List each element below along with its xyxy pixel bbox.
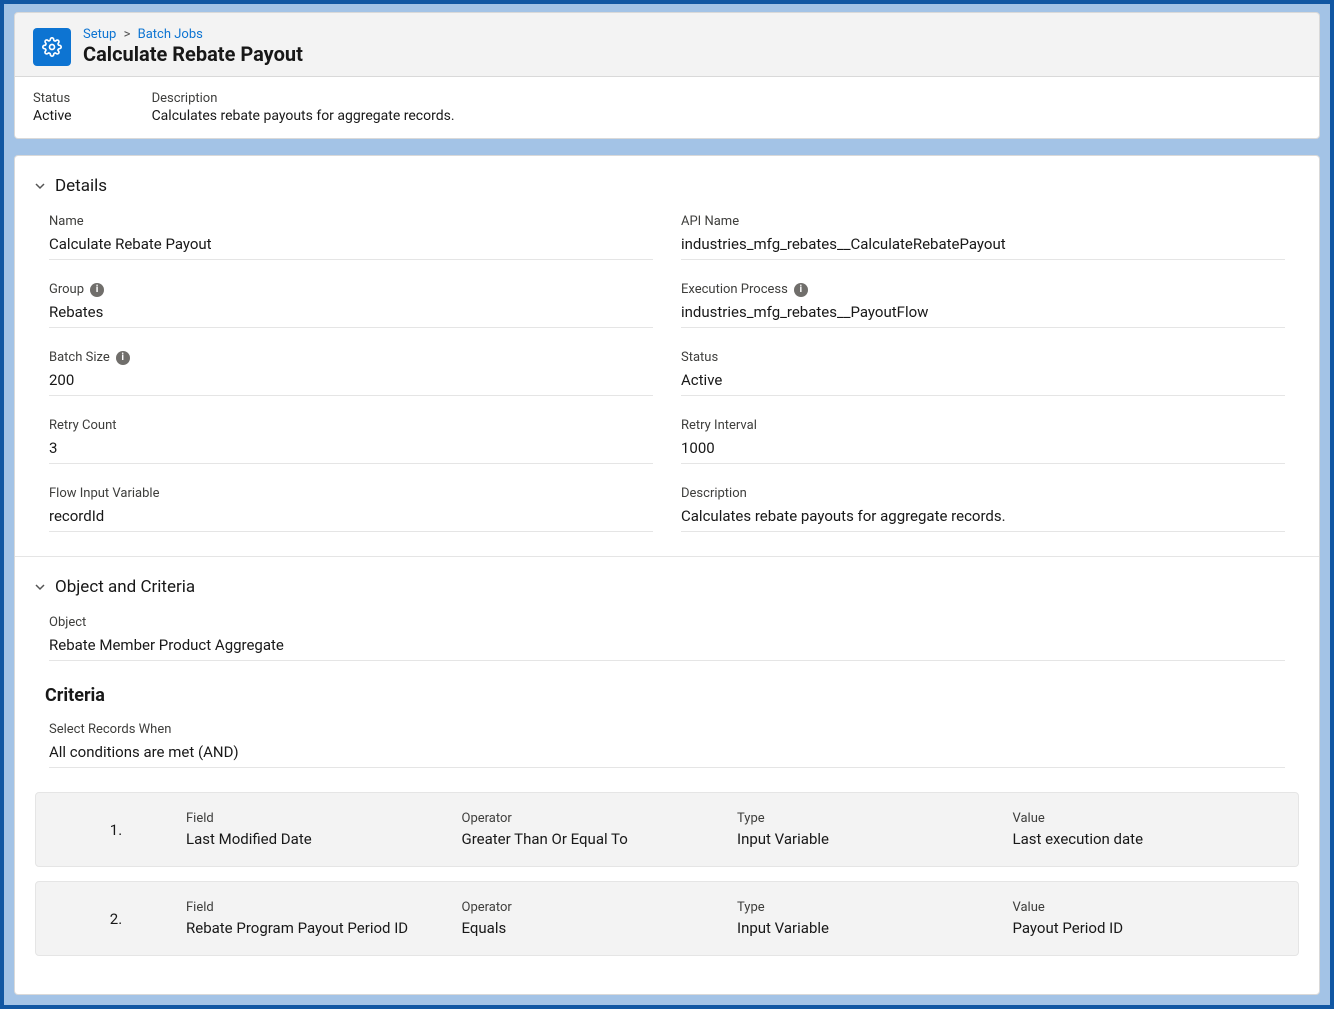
breadcrumb-batch-jobs[interactable]: Batch Jobs — [138, 27, 203, 42]
criteria-row-number: 1. — [56, 821, 176, 839]
criteria-operator-value: Equals — [462, 919, 728, 937]
criteria-type-value: Input Variable — [737, 919, 1003, 937]
criteria-row-number: 2. — [56, 910, 176, 928]
criteria-type-value: Input Variable — [737, 830, 1003, 848]
info-icon[interactable]: i — [116, 351, 130, 365]
field-value-status: Active — [681, 371, 1285, 396]
criteria-field-label: Field — [186, 811, 452, 826]
criteria-value-label: Value — [1013, 900, 1279, 915]
criteria-field-value: Last Modified Date — [186, 830, 452, 848]
info-icon[interactable]: i — [794, 283, 808, 297]
criteria-operator-value: Greater Than Or Equal To — [462, 830, 728, 848]
chevron-down-icon — [33, 580, 47, 594]
field-value-description: Calculates rebate payouts for aggregate … — [681, 507, 1285, 532]
field-label-batch-size: Batch Size i — [49, 350, 653, 365]
field-label-flow-input-var: Flow Input Variable — [49, 486, 653, 501]
chevron-down-icon — [33, 179, 47, 193]
criteria-row: 2. Field Rebate Program Payout Period ID… — [35, 881, 1299, 956]
main-panel: Details Name Calculate Rebate Payout API… — [14, 155, 1320, 995]
field-label-object: Object — [49, 615, 1285, 630]
page-header: Setup > Batch Jobs Calculate Rebate Payo… — [14, 12, 1320, 77]
info-icon[interactable]: i — [90, 283, 104, 297]
section-title-details: Details — [55, 176, 107, 196]
section-object-criteria: Object and Criteria Object Rebate Member… — [15, 557, 1319, 994]
field-label-retry-interval: Retry Interval — [681, 418, 1285, 433]
field-value-retry-interval: 1000 — [681, 439, 1285, 464]
summary-description-value: Calculates rebate payouts for aggregate … — [152, 108, 455, 124]
field-label-group: Group i — [49, 282, 653, 297]
field-label-select-when: Select Records When — [49, 722, 1285, 737]
summary-description-label: Description — [152, 91, 455, 106]
breadcrumb-setup[interactable]: Setup — [83, 27, 116, 42]
criteria-heading: Criteria — [33, 685, 1301, 706]
gear-icon — [33, 28, 71, 66]
field-value-flow-input-var: recordId — [49, 507, 653, 532]
field-label-retry-count: Retry Count — [49, 418, 653, 433]
page-title: Calculate Rebate Payout — [83, 42, 303, 66]
field-value-name: Calculate Rebate Payout — [49, 235, 653, 260]
field-value-api-name: industries_mfg_rebates__CalculateRebateP… — [681, 235, 1285, 260]
criteria-value-label: Value — [1013, 811, 1279, 826]
field-label-api-name: API Name — [681, 214, 1285, 229]
criteria-type-label: Type — [737, 811, 1003, 826]
criteria-operator-label: Operator — [462, 811, 728, 826]
summary-status-label: Status — [33, 91, 72, 106]
section-header-object-criteria[interactable]: Object and Criteria — [33, 577, 1301, 597]
breadcrumb-sep: > — [124, 27, 131, 42]
section-details: Details Name Calculate Rebate Payout API… — [15, 156, 1319, 557]
field-value-execution-process: industries_mfg_rebates__PayoutFlow — [681, 303, 1285, 328]
summary-bar: Status Active Description Calculates reb… — [14, 77, 1320, 139]
criteria-value-value: Last execution date — [1013, 830, 1279, 848]
field-label-execution-process: Execution Process i — [681, 282, 1285, 297]
breadcrumb: Setup > Batch Jobs — [83, 27, 303, 42]
section-header-details[interactable]: Details — [33, 176, 1301, 196]
field-label-name: Name — [49, 214, 653, 229]
criteria-value-value: Payout Period ID — [1013, 919, 1279, 937]
section-title-object-criteria: Object and Criteria — [55, 577, 195, 597]
criteria-operator-label: Operator — [462, 900, 728, 915]
field-label-description: Description — [681, 486, 1285, 501]
summary-status-value: Active — [33, 108, 72, 124]
field-label-group-text: Group — [49, 282, 84, 297]
criteria-type-label: Type — [737, 900, 1003, 915]
field-value-group: Rebates — [49, 303, 653, 328]
field-label-batch-size-text: Batch Size — [49, 350, 110, 365]
field-value-object: Rebate Member Product Aggregate — [49, 636, 1285, 661]
field-value-batch-size: 200 — [49, 371, 653, 396]
field-label-status: Status — [681, 350, 1285, 365]
field-value-select-when: All conditions are met (AND) — [49, 743, 1285, 768]
criteria-field-value: Rebate Program Payout Period ID — [186, 919, 452, 937]
criteria-row: 1. Field Last Modified Date Operator Gre… — [35, 792, 1299, 867]
field-value-retry-count: 3 — [49, 439, 653, 464]
field-label-execution-process-text: Execution Process — [681, 282, 788, 297]
criteria-field-label: Field — [186, 900, 452, 915]
